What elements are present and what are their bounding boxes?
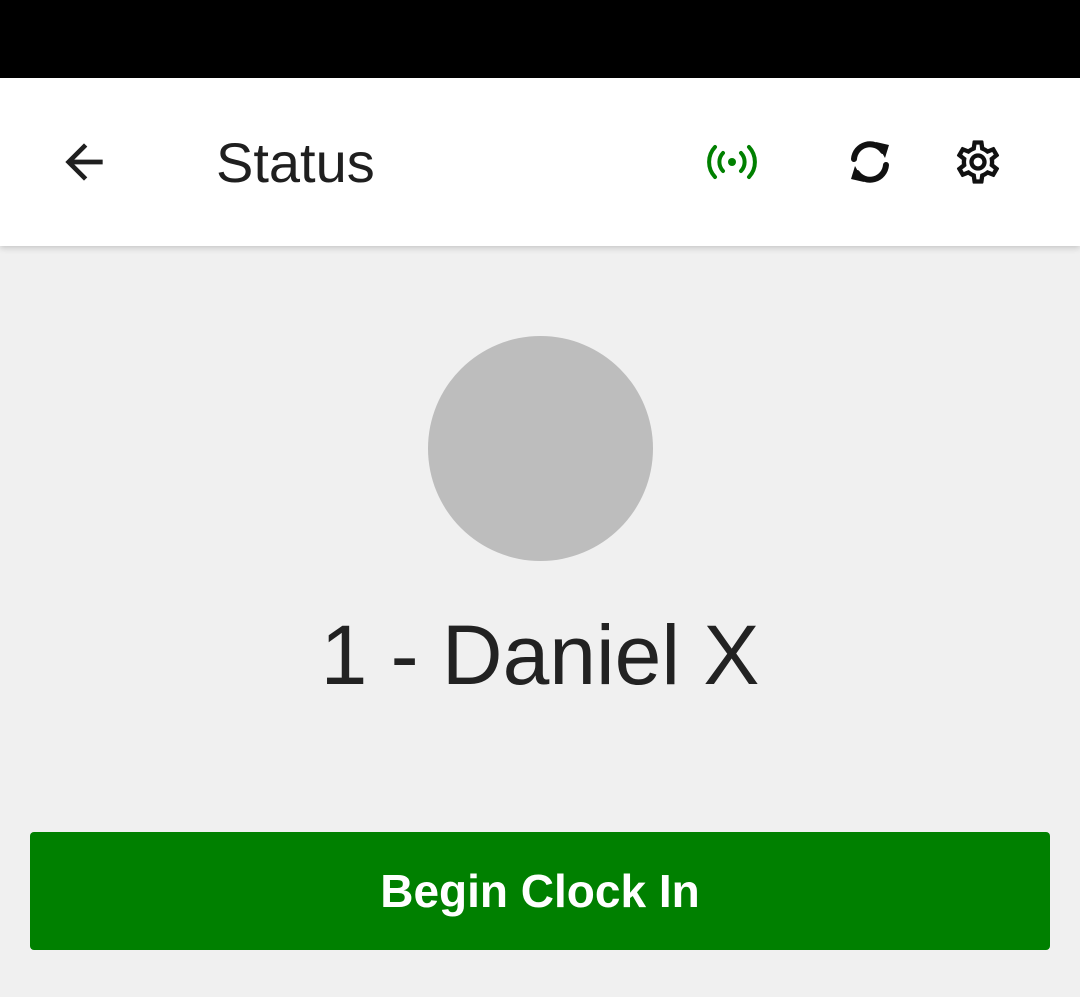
gear-icon — [956, 140, 1000, 184]
begin-clock-in-button[interactable]: Begin Clock In — [30, 832, 1050, 950]
settings-button[interactable] — [938, 122, 1018, 202]
page-title: Status — [216, 131, 375, 194]
arrow-left-icon — [65, 143, 103, 181]
sync-icon — [851, 141, 889, 183]
app-bar: Status — [0, 78, 1080, 246]
status-content: 1 - Daniel X Begin Clock In — [0, 246, 1080, 997]
connection-status-button[interactable] — [692, 122, 772, 202]
system-status-bar — [0, 0, 1080, 78]
user-name: 1 - Daniel X — [320, 608, 760, 702]
sync-button[interactable] — [830, 122, 910, 202]
back-button[interactable] — [44, 122, 124, 202]
broadcast-icon — [707, 145, 757, 179]
avatar — [428, 336, 653, 561]
